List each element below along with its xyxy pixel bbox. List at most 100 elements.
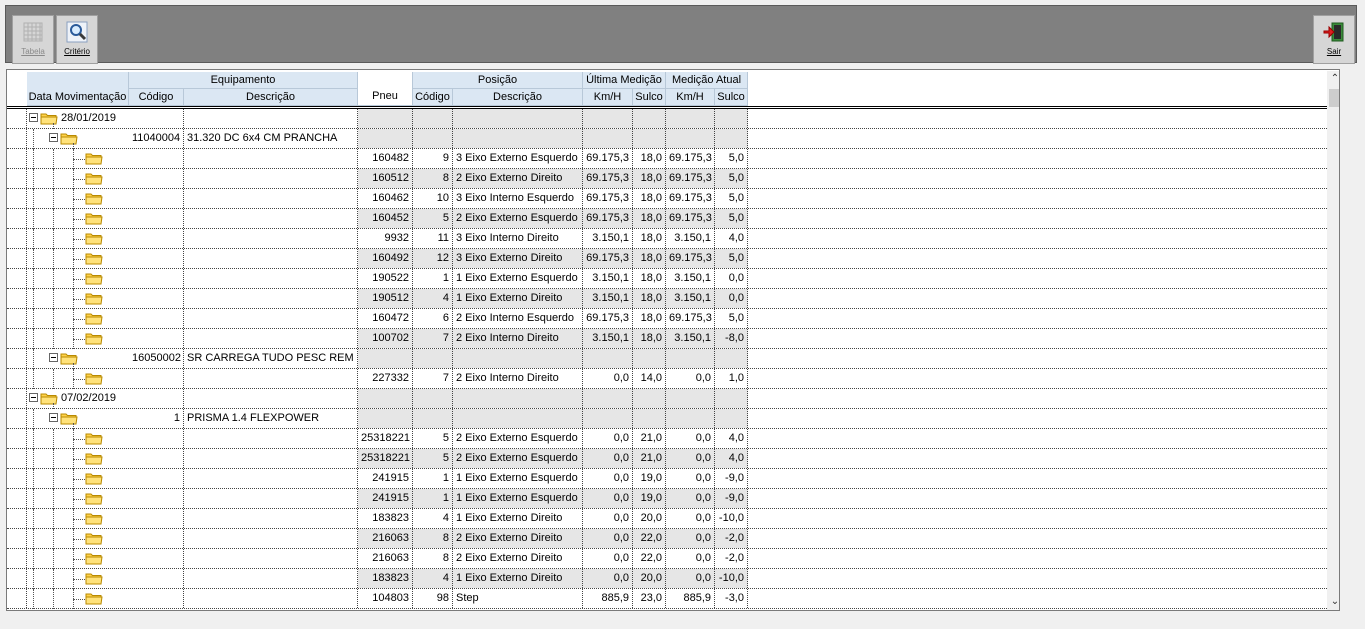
tree-cell bbox=[27, 269, 129, 289]
equipment-group-row[interactable]: 1 PRISMA 1.4 FLEXPOWER bbox=[7, 409, 1327, 429]
tire-row[interactable]: 104803 98 Step 885,9 23,0 885,9 -3,0 bbox=[7, 589, 1327, 609]
equip-codigo-cell bbox=[129, 229, 184, 248]
pos-descricao-cell: 2 Eixo Externo Direito bbox=[453, 549, 583, 568]
criterio-button[interactable]: Critério bbox=[56, 15, 98, 64]
atual-sulco-cell-text: -8,0 bbox=[725, 332, 744, 344]
movements-grid[interactable]: Data Movimentação Equipamento Código Des… bbox=[6, 69, 1340, 611]
equip-descricao-cell-text: 31.320 DC 6x4 CM PRANCHA bbox=[187, 132, 338, 144]
ultima-km-cell-text: 69.175,3 bbox=[586, 212, 629, 224]
date-group-row[interactable]: 07/02/2019 bbox=[7, 389, 1327, 409]
col-pos-codigo[interactable]: Código bbox=[413, 89, 453, 106]
scroll-down-icon[interactable]: ⌄ bbox=[1327, 594, 1339, 610]
pneu-cell bbox=[358, 129, 413, 148]
row-indicator bbox=[7, 129, 27, 148]
tire-row[interactable]: 241915 1 1 Eixo Externo Esquerdo 0,0 19,0 0,0… bbox=[7, 489, 1327, 509]
tire-row[interactable]: 9932 11 3 Eixo Interno Direito 3.150,1 18,0 3… bbox=[7, 229, 1327, 249]
tabela-button[interactable]: Tabela bbox=[12, 15, 54, 64]
pos-descricao-cell-text: 3 Eixo Externo Direito bbox=[456, 252, 563, 264]
tree-cell bbox=[27, 209, 129, 229]
col-pneu[interactable]: Pneu bbox=[358, 72, 413, 106]
date-group-row[interactable]: 28/01/2019 bbox=[7, 109, 1327, 129]
atual-km-cell-text: 885,9 bbox=[683, 592, 711, 604]
tire-row[interactable]: 100702 7 2 Eixo Interno Direito 3.150,1 18,0… bbox=[7, 329, 1327, 349]
equipment-group-row[interactable]: 11040004 31.320 DC 6x4 CM PRANCHA bbox=[7, 129, 1327, 149]
vertical-scrollbar[interactable]: ⌃ ⌄ bbox=[1327, 71, 1339, 610]
tire-row[interactable]: 160512 8 2 Eixo Externo Direito 69.175,3 18,… bbox=[7, 169, 1327, 189]
pos-descricao-cell-text: 2 Eixo Externo Direito bbox=[456, 532, 563, 544]
scroll-thumb[interactable] bbox=[1329, 89, 1339, 107]
atual-sulco-cell-text: 5,0 bbox=[728, 252, 744, 264]
equip-codigo-cell bbox=[129, 489, 184, 508]
col-ultima-sulco[interactable]: Sulco bbox=[633, 89, 666, 106]
col-group-equipamento: Equipamento bbox=[129, 72, 358, 89]
tire-row[interactable]: 190522 1 1 Eixo Externo Esquerdo 3.150,1 18,… bbox=[7, 269, 1327, 289]
date-label: 07/02/2019 bbox=[61, 392, 117, 404]
col-data-movimentacao[interactable]: Data Movimentação bbox=[27, 72, 129, 106]
atual-km-cell-text: 69.175,3 bbox=[669, 252, 712, 264]
collapse-toggle-icon[interactable] bbox=[29, 113, 38, 122]
ultima-sulco-cell-text: 18,0 bbox=[640, 212, 662, 224]
equip-descricao-cell bbox=[184, 309, 358, 328]
tire-row[interactable]: 227332 7 2 Eixo Interno Direito 0,0 14,0 0,0 1… bbox=[7, 369, 1327, 389]
atual-sulco-cell: -9,0 bbox=[715, 469, 748, 488]
ultima-sulco-cell: 18,0 bbox=[633, 189, 666, 208]
tire-row[interactable]: 160492 12 3 Eixo Externo Direito 69.175,3 18… bbox=[7, 249, 1327, 269]
pos-descricao-cell-text: 2 Eixo Interno Direito bbox=[456, 332, 559, 344]
atual-sulco-cell-text: 5,0 bbox=[728, 152, 744, 164]
collapse-toggle-icon[interactable] bbox=[49, 133, 58, 142]
tire-row[interactable]: 160462 10 3 Eixo Interno Esquerdo 69.175,3 1… bbox=[7, 189, 1327, 209]
tire-row[interactable]: 25318221 5 2 Eixo Externo Esquerdo 0,0 21,0 0… bbox=[7, 429, 1327, 449]
tree-cell bbox=[27, 129, 129, 149]
folder-icon bbox=[85, 433, 103, 445]
ultima-sulco-cell: 21,0 bbox=[633, 449, 666, 468]
ultima-sulco-cell: 22,0 bbox=[633, 529, 666, 548]
sair-button[interactable]: Sair bbox=[1313, 15, 1355, 64]
equipment-group-row[interactable]: 16050002 SR CARREGA TUDO PESC REM bbox=[7, 349, 1327, 369]
pos-codigo-cell: 5 bbox=[413, 429, 453, 448]
atual-km-cell-text: 69.175,3 bbox=[669, 312, 712, 324]
scroll-up-icon[interactable]: ⌃ bbox=[1327, 71, 1339, 87]
tire-row[interactable]: 160482 9 3 Eixo Externo Esquerdo 69.175,3 18… bbox=[7, 149, 1327, 169]
tire-row[interactable]: 160472 6 2 Eixo Interno Esquerdo 69.175,3 18… bbox=[7, 309, 1327, 329]
pneu-cell bbox=[358, 389, 413, 408]
pneu-cell-text: 160452 bbox=[372, 212, 409, 224]
row-indicator bbox=[7, 309, 27, 328]
ultima-km-cell bbox=[583, 129, 633, 148]
row-indicator bbox=[7, 449, 27, 468]
equip-codigo-cell-text: 11040004 bbox=[132, 132, 181, 144]
folder-open-icon bbox=[40, 393, 58, 405]
atual-sulco-cell: 5,0 bbox=[715, 189, 748, 208]
collapse-toggle-icon[interactable] bbox=[49, 353, 58, 362]
tire-row[interactable]: 216063 8 2 Eixo Externo Direito 0,0 22,0 0,0 -… bbox=[7, 529, 1327, 549]
tire-row[interactable]: 160452 5 2 Eixo Externo Esquerdo 69.175,3 18… bbox=[7, 209, 1327, 229]
pneu-cell: 25318221 bbox=[358, 429, 413, 448]
ultima-sulco-cell-text: 22,0 bbox=[640, 532, 662, 544]
tire-row[interactable]: 25318221 5 2 Eixo Externo Esquerdo 0,0 21,0 0… bbox=[7, 449, 1327, 469]
col-ultima-km[interactable]: Km/H bbox=[583, 89, 633, 106]
tire-row[interactable]: 241915 1 1 Eixo Externo Esquerdo 0,0 19,0 0,0… bbox=[7, 469, 1327, 489]
collapse-toggle-icon[interactable] bbox=[29, 393, 38, 402]
tire-row[interactable]: 190512 4 1 Eixo Externo Direito 3.150,1 18,0… bbox=[7, 289, 1327, 309]
collapse-toggle-icon[interactable] bbox=[49, 413, 58, 422]
folder-icon bbox=[85, 533, 103, 545]
tire-row[interactable]: 183823 4 1 Eixo Externo Direito 0,0 20,0 0,0-… bbox=[7, 569, 1327, 589]
col-atual-km[interactable]: Km/H bbox=[666, 89, 715, 106]
ultima-sulco-cell: 19,0 bbox=[633, 469, 666, 488]
pos-codigo-cell bbox=[413, 349, 453, 368]
tire-row[interactable]: 183823 4 1 Eixo Externo Direito 0,0 20,0 0,0-… bbox=[7, 509, 1327, 529]
tire-row[interactable]: 216063 8 2 Eixo Externo Direito 0,0 22,0 0,0 -… bbox=[7, 549, 1327, 569]
atual-sulco-cell-text: 0,0 bbox=[728, 272, 744, 284]
col-equip-codigo[interactable]: Código bbox=[129, 89, 184, 106]
atual-km-cell: 0,0 bbox=[666, 489, 715, 508]
pos-descricao-cell: 2 Eixo Interno Direito bbox=[453, 369, 583, 388]
col-pos-descricao[interactable]: Descrição bbox=[453, 89, 583, 106]
equip-codigo-cell bbox=[129, 309, 184, 328]
pos-codigo-cell: 6 bbox=[413, 309, 453, 328]
col-equip-descricao[interactable]: Descrição bbox=[184, 89, 358, 106]
ultima-sulco-cell-text: 22,0 bbox=[640, 552, 662, 564]
col-atual-sulco[interactable]: Sulco bbox=[715, 89, 748, 106]
atual-km-cell: 0,0 bbox=[666, 469, 715, 488]
atual-sulco-cell-text: 0,0 bbox=[728, 292, 744, 304]
pos-descricao-cell-text: 2 Eixo Externo Direito bbox=[456, 172, 563, 184]
ultima-sulco-cell: 22,0 bbox=[633, 549, 666, 568]
